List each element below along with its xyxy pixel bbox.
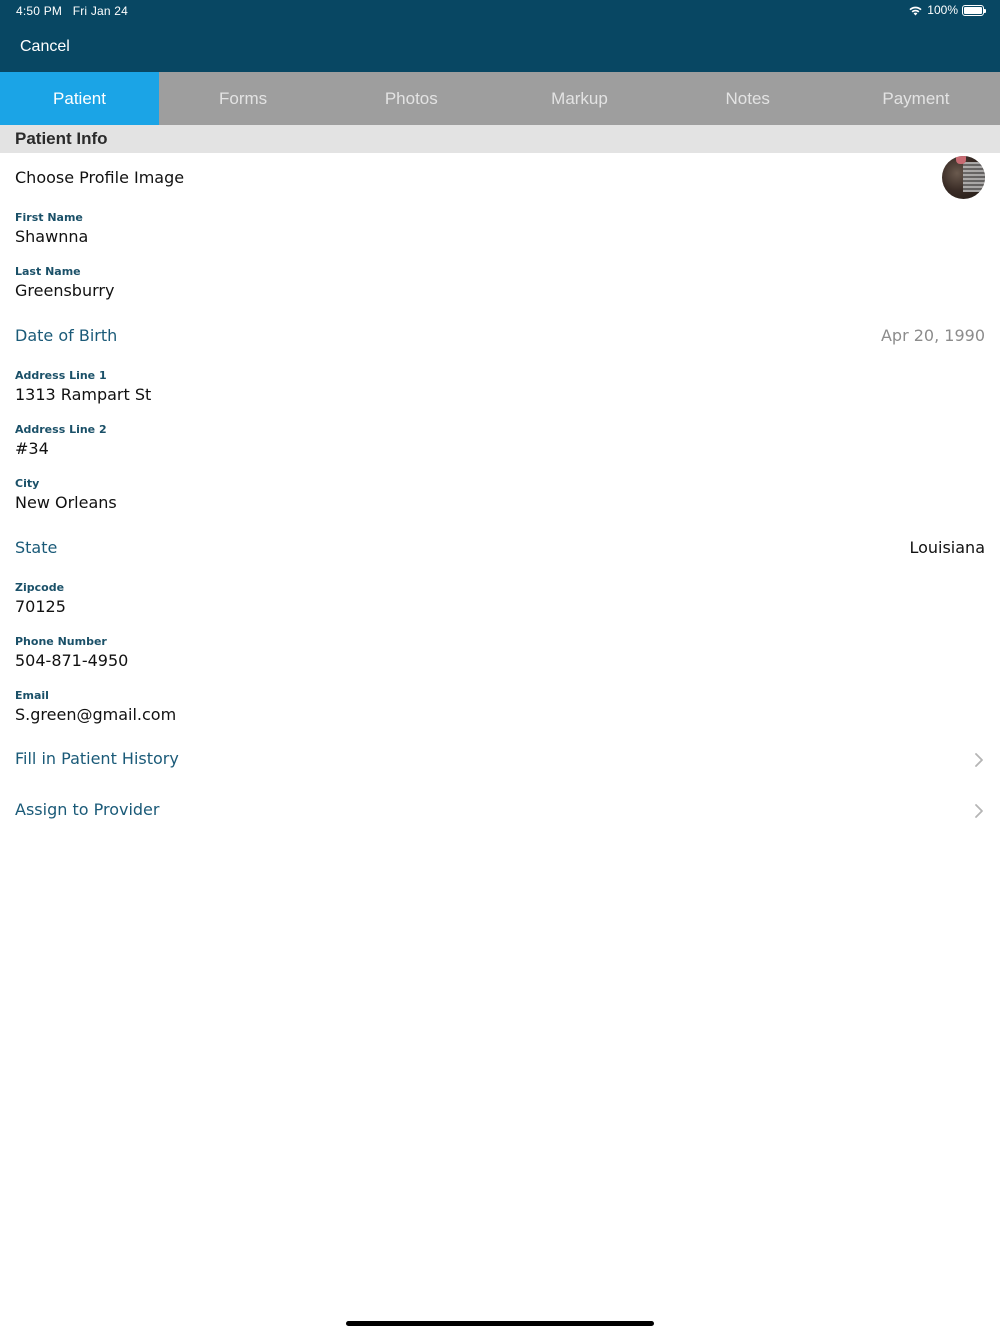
- dob-value[interactable]: Apr 20, 1990: [881, 326, 985, 345]
- patient-history-row[interactable]: Fill in Patient History: [0, 740, 1000, 782]
- email-field[interactable]: Email S.green@gmail.com: [15, 689, 176, 726]
- address-line2-label: Address Line 2: [15, 423, 107, 436]
- email-value[interactable]: S.green@gmail.com: [15, 704, 176, 726]
- wifi-icon: [909, 6, 922, 15]
- assign-provider-label: Assign to Provider: [15, 800, 160, 819]
- first-name-value[interactable]: Shawnna: [15, 226, 88, 248]
- tab-forms[interactable]: Forms: [159, 72, 327, 125]
- email-label: Email: [15, 689, 49, 702]
- tab-patient[interactable]: Patient: [0, 72, 159, 125]
- phone-value[interactable]: 504-871-4950: [15, 650, 128, 672]
- state-label: State: [15, 538, 58, 557]
- top-bar: 4:50 PM Fri Jan 24 100% Cancel: [0, 0, 1000, 72]
- assign-provider-row[interactable]: Assign to Provider: [0, 791, 1000, 833]
- first-name-label: First Name: [15, 211, 83, 224]
- state-row[interactable]: State Louisiana: [0, 530, 1000, 570]
- zipcode-value[interactable]: 70125: [15, 596, 66, 618]
- tab-markup[interactable]: Markup: [495, 72, 663, 125]
- zipcode-label: Zipcode: [15, 581, 65, 594]
- address-line1-value[interactable]: 1313 Rampart St: [15, 384, 151, 406]
- zipcode-field[interactable]: Zipcode 70125: [15, 581, 66, 618]
- state-value[interactable]: Louisiana: [909, 538, 985, 557]
- address-line2-field[interactable]: Address Line 2 #34: [15, 423, 107, 460]
- tab-bar: Patient Forms Photos Markup Notes Paymen…: [0, 72, 1000, 125]
- cancel-button[interactable]: Cancel: [20, 38, 70, 56]
- profile-image-row[interactable]: Choose Profile Image: [0, 153, 1000, 203]
- first-name-field[interactable]: First Name Shawnna: [15, 211, 88, 248]
- dob-label: Date of Birth: [15, 326, 118, 345]
- last-name-field[interactable]: Last Name Greensburry: [15, 265, 114, 302]
- avatar[interactable]: [942, 156, 985, 199]
- status-time: 4:50 PM Fri Jan 24: [16, 4, 128, 18]
- phone-field[interactable]: Phone Number 504-871-4950: [15, 635, 128, 672]
- status-indicators: 100%: [908, 3, 986, 17]
- status-time-text: 4:50 PM: [16, 4, 63, 18]
- patient-history-label: Fill in Patient History: [15, 749, 179, 768]
- city-label: City: [15, 477, 40, 490]
- home-indicator: [346, 1321, 654, 1326]
- city-field[interactable]: City New Orleans: [15, 477, 117, 514]
- last-name-value[interactable]: Greensburry: [15, 280, 114, 302]
- chevron-right-icon: [975, 804, 983, 818]
- dob-row[interactable]: Date of Birth Apr 20, 1990: [0, 318, 1000, 358]
- chevron-right-icon: [975, 753, 983, 767]
- battery-icon: [962, 4, 986, 16]
- last-name-label: Last Name: [15, 265, 81, 278]
- address-line1-field[interactable]: Address Line 1 1313 Rampart St: [15, 369, 151, 406]
- tab-photos[interactable]: Photos: [327, 72, 495, 125]
- status-date-text: Fri Jan 24: [72, 4, 129, 18]
- address-line1-label: Address Line 1: [15, 369, 107, 382]
- battery-percent: 100%: [927, 3, 958, 17]
- address-line2-value[interactable]: #34: [15, 438, 107, 460]
- profile-image-label: Choose Profile Image: [15, 168, 185, 187]
- section-title: Patient Info: [15, 129, 108, 148]
- section-header: Patient Info: [0, 125, 1000, 153]
- city-value[interactable]: New Orleans: [15, 492, 117, 514]
- tab-notes[interactable]: Notes: [664, 72, 832, 125]
- tab-payment[interactable]: Payment: [832, 72, 1000, 125]
- phone-label: Phone Number: [15, 635, 107, 648]
